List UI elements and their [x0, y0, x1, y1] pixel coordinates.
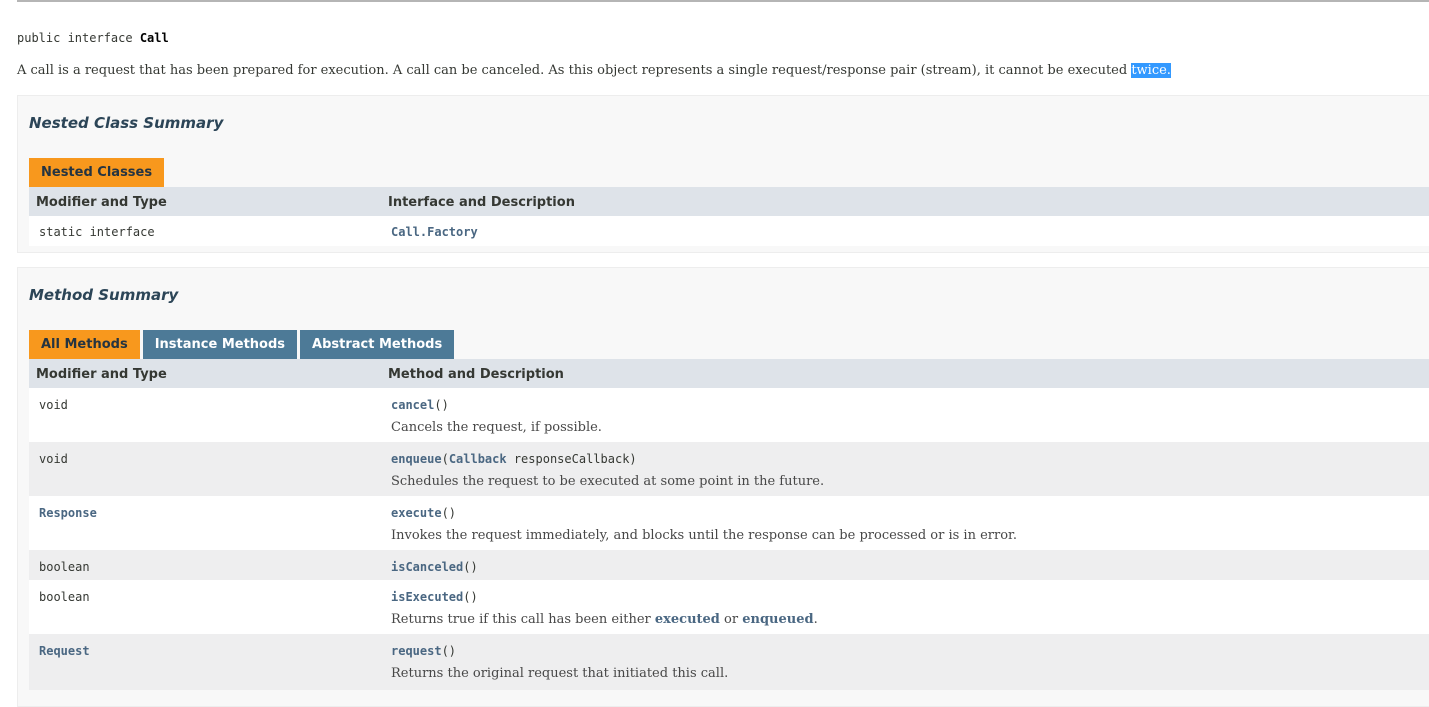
method-params: () — [463, 590, 478, 604]
nested-summary-title: Nested Class Summary — [29, 114, 224, 132]
row-type: boolean — [39, 560, 90, 574]
method-caption: All Methods Instance Methods Abstract Me… — [29, 330, 457, 359]
row-type: boolean — [39, 590, 90, 604]
table-row: void cancel() Cancels the request, if po… — [29, 388, 1429, 442]
link-executed[interactable]: executed — [655, 612, 720, 627]
method-params: () — [434, 398, 449, 412]
desc-text: Returns true if this call has been eithe… — [391, 612, 655, 627]
selected-text[interactable]: twice. — [1131, 63, 1171, 78]
link-request-type[interactable]: Request — [39, 644, 90, 658]
tab-abstract-methods[interactable]: Abstract Methods — [300, 330, 455, 359]
link-call-factory[interactable]: Call.Factory — [391, 225, 478, 239]
interface-name: Call — [139, 31, 169, 45]
method-params: () — [441, 506, 457, 520]
table-row: void enqueue(Callback responseCallback) … — [29, 442, 1429, 496]
nested-class-summary: Nested Class Summary Nested Classes Modi… — [17, 95, 1429, 253]
table-row: Response execute() Invokes the request i… — [29, 496, 1429, 550]
method-params-open: ( — [441, 452, 449, 466]
table-row: static interface Call.Factory — [29, 216, 1429, 246]
link-response[interactable]: Response — [39, 506, 97, 520]
method-description: Cancels the request, if possible. — [391, 420, 602, 435]
link-cancel[interactable]: cancel — [391, 398, 434, 412]
col-method-description: Method and Description — [388, 367, 564, 382]
table-row: Request request() Returns the original r… — [29, 634, 1429, 690]
row-type: static interface — [39, 225, 155, 239]
interface-description: A call is a request that has been prepar… — [17, 63, 1171, 78]
method-description: Invokes the request immediately, and blo… — [391, 528, 1017, 543]
tab-all-methods[interactable]: All Methods — [29, 330, 140, 359]
method-table-header: Modifier and Type Method and Description — [29, 359, 1429, 388]
table-row: boolean isExecuted() Returns true if thi… — [29, 580, 1429, 634]
nested-caption: Nested Classes — [29, 158, 167, 187]
link-enqueued[interactable]: enqueued — [742, 612, 813, 627]
col-modifier-type: Modifier and Type — [36, 195, 167, 210]
link-enqueue[interactable]: enqueue — [391, 452, 442, 466]
method-description: Schedules the request to be executed at … — [391, 474, 825, 489]
method-description: Returns true if this call has been eithe… — [391, 612, 818, 627]
link-execute[interactable]: execute — [391, 506, 442, 520]
table-row: boolean isCanceled() — [29, 550, 1429, 580]
link-iscanceled[interactable]: isCanceled — [391, 560, 463, 574]
link-isexecuted[interactable]: isExecuted — [391, 590, 463, 604]
declaration-prefix: public interface — [17, 31, 140, 45]
desc-text: or — [719, 612, 743, 627]
method-params: () — [441, 644, 457, 658]
method-params-rest: responseCallback) — [506, 452, 637, 466]
col-modifier-type: Modifier and Type — [36, 367, 167, 382]
link-request[interactable]: request — [391, 644, 442, 658]
tab-nested-classes[interactable]: Nested Classes — [29, 158, 165, 187]
description-text: A call is a request that has been prepar… — [17, 63, 1132, 78]
row-type: void — [39, 398, 68, 412]
desc-text: . — [813, 612, 818, 627]
interface-declaration: public interface Call — [17, 31, 169, 45]
col-interface-description: Interface and Description — [388, 195, 575, 210]
nested-table-header: Modifier and Type Interface and Descript… — [29, 187, 1429, 216]
top-divider — [17, 0, 1429, 2]
row-type: void — [39, 452, 68, 466]
method-summary: Method Summary All Methods Instance Meth… — [17, 267, 1429, 707]
tab-instance-methods[interactable]: Instance Methods — [142, 330, 298, 359]
link-callback[interactable]: Callback — [449, 452, 507, 466]
method-summary-title: Method Summary — [29, 286, 179, 304]
method-description: Returns the original request that initia… — [391, 666, 729, 681]
method-params: () — [463, 560, 478, 574]
